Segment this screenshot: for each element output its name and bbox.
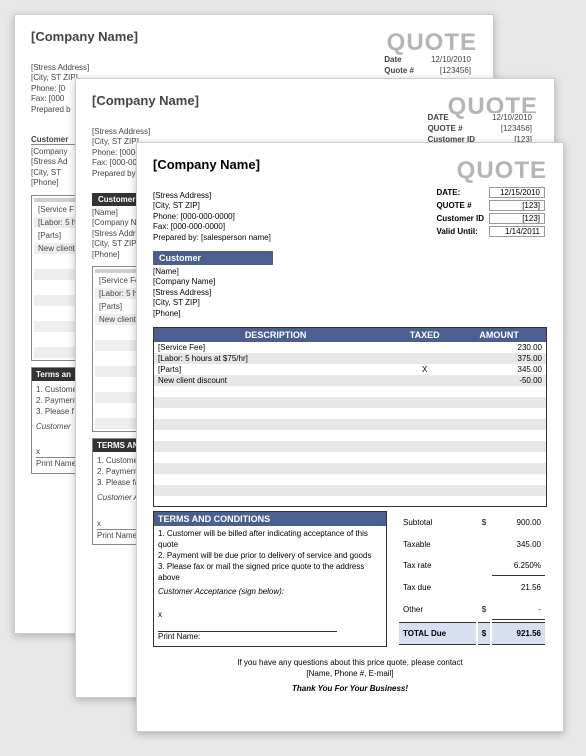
subtotal-value: 900.00	[492, 513, 545, 532]
customer-bar: Customer	[153, 251, 273, 265]
terms-bar: TERMS AND CONDITIONS	[154, 512, 386, 526]
customer-city: [City, ST ZIP]	[153, 298, 547, 308]
footer-line-2: [Name, Phone #, E-mail]	[153, 668, 547, 679]
quote-title: QUOTE	[457, 157, 547, 185]
customer-company: [Company Name]	[153, 277, 547, 287]
customer-block: [Name] [Company Name] [Stress Address] […	[153, 267, 547, 319]
taxable-label: Taxable	[399, 534, 476, 553]
line-item-row: New client discount-50.00	[154, 375, 547, 386]
line-items-table: DESCRIPTION TAXED AMOUNT [Service Fee]23…	[153, 327, 547, 508]
meta-customerid-value: [123]	[489, 213, 545, 224]
meta-quote-value: [123]	[489, 200, 545, 211]
company-name: [Company Name]	[153, 157, 260, 172]
company-name: [Company Name]	[31, 29, 138, 44]
meta-date-label: DATE:	[433, 187, 487, 198]
taxrate-label: Tax rate	[399, 556, 476, 577]
taxdue-label: Tax due	[399, 578, 476, 597]
signature-x: x	[158, 610, 382, 621]
meta-block: DATE12/10/2010 QUOTE #[123456] Customer …	[422, 111, 538, 146]
other-label: Other	[399, 599, 476, 620]
totals-table: Subtotal$900.00 Taxable345.00 Tax rate6.…	[397, 511, 547, 646]
acceptance-label: Customer Acceptance (sign below):	[158, 587, 382, 598]
footer: If you have any questions about this pri…	[153, 657, 547, 695]
customer-address: [Stress Address]	[153, 288, 547, 298]
col-amount: AMOUNT	[452, 327, 546, 342]
other-value: -	[492, 599, 545, 620]
footer-thanks: Thank You For Your Business!	[153, 683, 547, 694]
meta-block: Date12/10/2010 Quote #[123456]	[379, 53, 477, 77]
meta-customerid-label: Customer ID	[433, 213, 487, 224]
meta-date-value: 12/15/2010	[489, 187, 545, 198]
customer-name: [Name]	[153, 267, 547, 277]
col-description: DESCRIPTION	[154, 327, 398, 342]
meta-block: DATE:12/15/2010 QUOTE #[123] Customer ID…	[431, 185, 547, 239]
taxable-value: 345.00	[492, 534, 545, 553]
term-2: 2. Payment will be due prior to delivery…	[158, 551, 382, 562]
terms-box: TERMS AND CONDITIONS 1. Customer will be…	[153, 511, 387, 646]
term-1: 1. Customer will be billed after indicat…	[158, 529, 382, 551]
total-label: TOTAL Due	[399, 622, 476, 645]
customer-phone: [Phone]	[153, 309, 547, 319]
line-item-row: [Labor: 5 hours at $75/hr]375.00	[154, 353, 547, 364]
term-3: 3. Please fax or mail the signed price q…	[158, 562, 382, 584]
meta-valid-value: 1/14/2011	[489, 226, 545, 237]
subtotal-label: Subtotal	[399, 513, 476, 532]
taxrate-value: 6.250%	[492, 556, 545, 577]
col-taxed: TAXED	[397, 327, 452, 342]
quote-page-front: [Company Name] QUOTE DATE:12/15/2010 QUO…	[136, 142, 564, 732]
meta-quote-label: QUOTE #	[433, 200, 487, 211]
total-value: 921.56	[492, 622, 545, 645]
footer-line-1: If you have any questions about this pri…	[153, 657, 547, 668]
taxdue-value: 21.56	[492, 578, 545, 597]
print-name-label: Print Name:	[158, 632, 382, 643]
meta-valid-label: Valid Until:	[433, 226, 487, 237]
line-item-row: [Service Fee]230.00	[154, 342, 547, 353]
line-item-row: [Parts]X345.00	[154, 364, 547, 375]
company-name: [Company Name]	[92, 93, 199, 108]
